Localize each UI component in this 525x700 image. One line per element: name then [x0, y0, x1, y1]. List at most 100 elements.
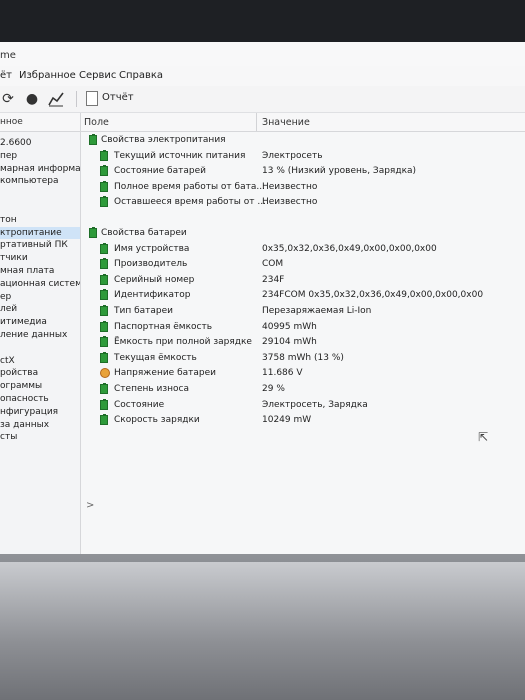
navigation-tree: нное 2.6600 пер марная информац компьютера т…: [0, 113, 81, 554]
row-value: Электросеть, Зарядка: [262, 399, 368, 410]
nav-header-label: нное: [0, 117, 23, 127]
battery-icon: [100, 242, 108, 254]
battery-icon: [100, 351, 108, 363]
nav-item[interactable]: ртативный ПК: [0, 239, 68, 251]
row-field: Серийный номер: [114, 274, 195, 285]
nav-item[interactable]: ройства: [0, 367, 38, 379]
column-field[interactable]: Поле: [84, 117, 109, 128]
nav-item[interactable]: марная информац: [0, 163, 80, 175]
column-divider[interactable]: [256, 113, 257, 131]
row-value: COM: [262, 259, 284, 270]
row-value: 11.686 V: [262, 368, 303, 379]
section-title: Свойства электропитания: [101, 135, 226, 145]
table-row[interactable]: Скорость зарядки 10249 mW: [81, 414, 525, 428]
nav-item[interactable]: сты: [0, 431, 17, 443]
row-value: Неизвестно: [262, 181, 318, 192]
row-value: 234FCOM 0x35,0x32,0x36,0x49,0x00,0x00,0x…: [262, 290, 484, 301]
battery-icon: [100, 320, 108, 332]
table-row[interactable]: Серийный номер 234F: [81, 273, 525, 288]
row-field: Степень износа: [114, 384, 190, 394]
nav-item[interactable]: мная плата: [0, 265, 54, 277]
row-value: 3758 mWh (13 %): [262, 352, 344, 363]
title-bar: me: [0, 42, 525, 67]
mouse-cursor: ⇱: [478, 430, 489, 444]
table-row[interactable]: Текущая ёмкость 3758 mWh (13 %): [81, 351, 525, 366]
row-field: Напряжение батареи: [114, 368, 216, 379]
row-field: Паспортная ёмкость: [114, 321, 213, 332]
battery-icon: [100, 289, 108, 301]
nav-item[interactable]: пер: [0, 150, 17, 162]
row-value: 0x35,0x32,0x36,0x49,0x00,0x00,0x00: [262, 243, 437, 254]
row-field: Производитель: [114, 259, 188, 270]
table-row[interactable]: Текущий источник питания Электросеть: [81, 149, 525, 164]
table-row[interactable]: Производитель COM: [81, 258, 525, 272]
toolbar-separator: [76, 91, 77, 107]
menu-favorites[interactable]: Избранное: [19, 70, 76, 81]
table-row[interactable]: Идентификатор 234FCOM 0x35,0x32,0x36,0x49…: [81, 289, 525, 303]
row-field: Тип батареи: [114, 306, 174, 316]
nav-item[interactable]: опасность: [0, 393, 49, 405]
row-field: Имя устройства: [114, 243, 190, 254]
nav-item[interactable]: ctX: [0, 355, 15, 367]
nav-item[interactable]: ление данных: [0, 329, 67, 341]
table-row[interactable]: Имя устройства 0x35,0x32,0x36,0x49,0x00,0…: [81, 242, 525, 257]
battery-icon: [100, 305, 108, 316]
table-row[interactable]: Состояние батарей 13 % (Низкий уровень, З…: [81, 165, 525, 179]
toolbar: ⟳ ● Отчёт: [0, 86, 525, 113]
battery-icon: [100, 336, 108, 348]
table-row[interactable]: Ёмкость при полной зарядке 29104 mWh: [81, 336, 525, 350]
details-pane: Поле Значение Свойства электропитания Тек…: [81, 113, 525, 554]
column-header-row: Поле Значение: [81, 113, 525, 132]
row-value: 29104 mWh: [262, 337, 317, 348]
nav-item[interactable]: ер: [0, 291, 11, 303]
column-value[interactable]: Значение: [262, 117, 310, 128]
nav-item[interactable]: ационная система: [0, 278, 80, 290]
battery-icon: [100, 165, 108, 177]
nav-item[interactable]: тон: [0, 214, 17, 226]
nav-item[interactable]: нфигурация: [0, 406, 58, 418]
table-row[interactable]: Напряжение батареи 11.686 V: [81, 367, 525, 381]
nav-item[interactable]: ктропитание: [0, 226, 80, 239]
battery-icon: [100, 258, 108, 270]
menu-service[interactable]: Сервис: [79, 70, 116, 81]
screen-edge-shadow: [0, 554, 525, 562]
battery-icon: [100, 196, 108, 208]
nav-item[interactable]: итимедиа: [0, 316, 47, 328]
nav-item[interactable]: компьютера: [0, 175, 59, 187]
nav-item[interactable]: за данных: [0, 419, 49, 431]
refresh-icon[interactable]: ⟳: [0, 91, 16, 107]
table-row[interactable]: Паспортная ёмкость 40995 mWh: [81, 320, 525, 335]
report-label: Отчёт: [102, 92, 134, 103]
chart-icon[interactable]: [48, 91, 64, 107]
menu-bar: ёт Избранное Сервис Справка: [0, 66, 525, 86]
battery-section-header[interactable]: Свойства батареи: [81, 227, 525, 241]
nav-item[interactable]: тчики: [0, 252, 28, 264]
monitor-bezel-top: [0, 0, 525, 42]
nav-item[interactable]: 2.6600: [0, 137, 32, 149]
menu-report[interactable]: ёт: [0, 70, 12, 81]
nav-item[interactable]: лей: [0, 303, 17, 315]
table-row[interactable]: Тип батареи Перезаряжаемая Li-Ion: [81, 305, 525, 319]
table-row[interactable]: Оставшееся время работы от ... Неизвестно: [81, 196, 525, 210]
table-row[interactable]: Полное время работы от бата... Неизвестно: [81, 180, 525, 195]
row-field: Оставшееся время работы от ...: [114, 197, 266, 208]
menu-help[interactable]: Справка: [119, 70, 163, 81]
row-value: Неизвестно: [262, 197, 318, 208]
table-row[interactable]: Степень износа 29 %: [81, 383, 525, 397]
row-value: 13 % (Низкий уровень, Зарядка): [262, 166, 417, 177]
table-row[interactable]: Состояние Электросеть, Зарядка: [81, 398, 525, 413]
row-field: Текущая ёмкость: [114, 352, 197, 363]
row-value: Электросеть: [262, 150, 323, 161]
row-value: 10249 mW: [262, 415, 312, 426]
battery-icon: [100, 273, 108, 285]
battery-icon: [100, 149, 108, 161]
power-section-header[interactable]: Свойства электропитания: [81, 134, 525, 148]
battery-icon: [100, 383, 108, 394]
voltage-icon: [100, 368, 110, 379]
user-icon[interactable]: ●: [24, 91, 40, 107]
app-window: me ёт Избранное Сервис Справка ⟳ ● Отчёт…: [0, 42, 525, 554]
row-field: Состояние батарей: [114, 166, 206, 177]
scroll-arrow[interactable]: >: [86, 500, 94, 511]
nav-item[interactable]: ограммы: [0, 380, 42, 392]
battery-icon: [89, 227, 97, 238]
